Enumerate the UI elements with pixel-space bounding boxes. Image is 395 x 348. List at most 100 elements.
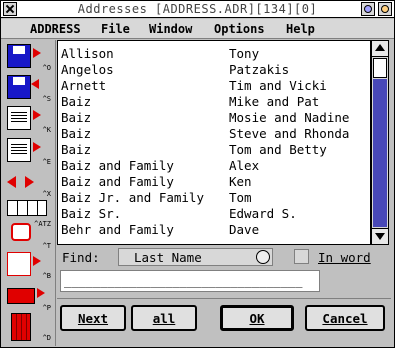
print-tool-button[interactable]: ^P bbox=[5, 282, 51, 312]
list-item[interactable]: Allison Tony bbox=[61, 46, 369, 62]
tool-hint: ^S bbox=[42, 95, 51, 103]
menu-file[interactable]: File bbox=[101, 22, 130, 36]
arrow-right-icon bbox=[33, 48, 41, 58]
all-button[interactable]: all bbox=[131, 305, 197, 331]
last-name: Baiz bbox=[61, 94, 92, 109]
scroll-up-icon[interactable] bbox=[372, 41, 388, 57]
minimize-button[interactable] bbox=[361, 2, 375, 16]
save-as-disk-icon bbox=[7, 75, 31, 99]
first-name: Mike and Pat bbox=[229, 94, 320, 109]
delete-tool-button[interactable]: ^D bbox=[5, 312, 51, 342]
menu-bar: ADDRESS File Window Options Help bbox=[0, 19, 395, 39]
first-name: Edward S. bbox=[229, 206, 297, 221]
list-item[interactable]: Baiz Jr. and Family Tom bbox=[61, 190, 369, 206]
tool-hint: ^P bbox=[42, 304, 51, 312]
next-button[interactable]: Next bbox=[60, 305, 126, 331]
edit-list-icon bbox=[7, 138, 31, 162]
arrow-left-icon bbox=[31, 79, 39, 89]
last-name: Baiz bbox=[61, 142, 92, 157]
cancel-button[interactable]: Cancel bbox=[305, 305, 385, 331]
first-name: Tom bbox=[229, 190, 252, 205]
menu-address[interactable]: ADDRESS bbox=[30, 22, 81, 36]
last-name: Baiz and Family bbox=[61, 174, 174, 189]
first-name: Tom and Betty bbox=[229, 142, 327, 157]
save-tool-button[interactable]: ^O bbox=[5, 42, 51, 72]
menu-window[interactable]: Window bbox=[149, 22, 192, 36]
find-field-value: Last Name bbox=[134, 250, 202, 265]
list-item[interactable]: Arnett Tim and Vicki bbox=[61, 78, 369, 94]
tool-hint: ^O bbox=[42, 64, 51, 72]
arrow-right-icon bbox=[33, 142, 41, 152]
edit-card-tool-button[interactable]: ^K bbox=[5, 104, 51, 134]
find-field-select[interactable]: Last Name bbox=[118, 248, 273, 266]
tool-hint: ^B bbox=[42, 272, 51, 280]
list-scrollbar[interactable] bbox=[371, 40, 389, 245]
tool-hint: ^K bbox=[42, 126, 51, 134]
arrow-right-icon bbox=[33, 256, 41, 266]
swap-arrows-icon bbox=[7, 176, 37, 188]
edit-list-tool-button[interactable]: ^E bbox=[5, 136, 51, 166]
arrow-right-icon bbox=[37, 288, 45, 298]
menu-options[interactable]: Options bbox=[214, 22, 265, 36]
last-name: Arnett bbox=[61, 78, 107, 93]
menu-help[interactable]: Help bbox=[286, 22, 315, 36]
list-item[interactable]: Baiz Mike and Pat bbox=[61, 94, 369, 110]
tool-hint: ^E bbox=[42, 158, 51, 166]
window-title: Addresses [ADDRESS.ADR][134][0] bbox=[77, 2, 318, 16]
first-name: Alex bbox=[229, 158, 260, 173]
list-item[interactable]: Angelos Patzakis bbox=[61, 62, 369, 78]
tool-hint: ^X bbox=[42, 190, 51, 198]
search-input[interactable] bbox=[60, 270, 320, 292]
arrow-right-icon bbox=[33, 110, 41, 120]
scroll-track[interactable] bbox=[373, 79, 387, 227]
last-name: Behr and Family bbox=[61, 222, 174, 237]
last-name: Allison bbox=[61, 46, 114, 61]
in-word-label-text: In word bbox=[318, 250, 371, 265]
edit-card-icon bbox=[7, 106, 31, 130]
fullscreen-button[interactable] bbox=[378, 2, 392, 16]
list-item[interactable]: Baiz Tom and Betty bbox=[61, 142, 369, 158]
phone-tool-button[interactable]: ^T bbox=[5, 220, 51, 250]
scroll-down-icon[interactable] bbox=[372, 228, 388, 244]
last-name: Angelos bbox=[61, 62, 114, 77]
tool-hint: ^D bbox=[42, 334, 51, 342]
save-as-tool-button[interactable]: ^S bbox=[5, 73, 51, 103]
first-name: Ken bbox=[229, 174, 252, 189]
printer-icon bbox=[7, 288, 35, 304]
first-name: Tim and Vicki bbox=[229, 78, 327, 93]
in-word-checkbox[interactable] bbox=[294, 249, 309, 264]
list-item[interactable]: Baiz Steve and Rhonda bbox=[61, 126, 369, 142]
print-labels-icon bbox=[7, 252, 31, 276]
ok-button[interactable]: OK bbox=[220, 305, 294, 331]
divider bbox=[57, 298, 391, 299]
last-name: Baiz bbox=[61, 126, 92, 141]
first-name: Steve and Rhonda bbox=[229, 126, 350, 141]
swap-tool-button[interactable]: ^X bbox=[5, 168, 51, 198]
list-item[interactable]: Baiz and Family Alex bbox=[61, 158, 369, 174]
last-name: Baiz bbox=[61, 110, 92, 125]
fullscreen-icon bbox=[381, 5, 389, 13]
print-labels-tool-button[interactable]: ^B bbox=[5, 250, 51, 280]
list-item[interactable]: Behr and Family Dave bbox=[61, 222, 369, 238]
tool-hint: ^T bbox=[42, 242, 51, 250]
list-item[interactable]: Baiz Mosie and Nadine bbox=[61, 110, 369, 126]
first-name: Tony bbox=[229, 46, 260, 61]
last-name: Baiz Jr. and Family bbox=[61, 190, 204, 205]
list-item[interactable]: Baiz Sr. Edward S. bbox=[61, 206, 369, 222]
scroll-thumb[interactable] bbox=[373, 58, 387, 78]
in-word-label: In word bbox=[318, 250, 371, 265]
find-label: Find: bbox=[62, 250, 100, 265]
columns-icon bbox=[7, 200, 47, 216]
popup-circle-icon bbox=[256, 250, 270, 264]
first-name: Patzakis bbox=[229, 62, 290, 77]
list-item[interactable]: Baiz and Family Ken bbox=[61, 174, 369, 190]
phone-icon bbox=[11, 223, 31, 241]
tool-bar: ^O ^S ^K ^E ^X ^ATZ ^T ^B ^P ^D bbox=[0, 40, 56, 346]
last-name: Baiz Sr. bbox=[61, 206, 122, 221]
minimize-icon bbox=[364, 5, 372, 13]
first-name: Dave bbox=[229, 222, 260, 237]
address-list[interactable]: Allison Tony Angelos Patzakis Arnett Tim an… bbox=[57, 40, 371, 245]
title-bar[interactable]: Addresses [ADDRESS.ADR][134][0] bbox=[0, 0, 395, 18]
trash-icon bbox=[11, 313, 31, 341]
last-name: Baiz and Family bbox=[61, 158, 174, 173]
